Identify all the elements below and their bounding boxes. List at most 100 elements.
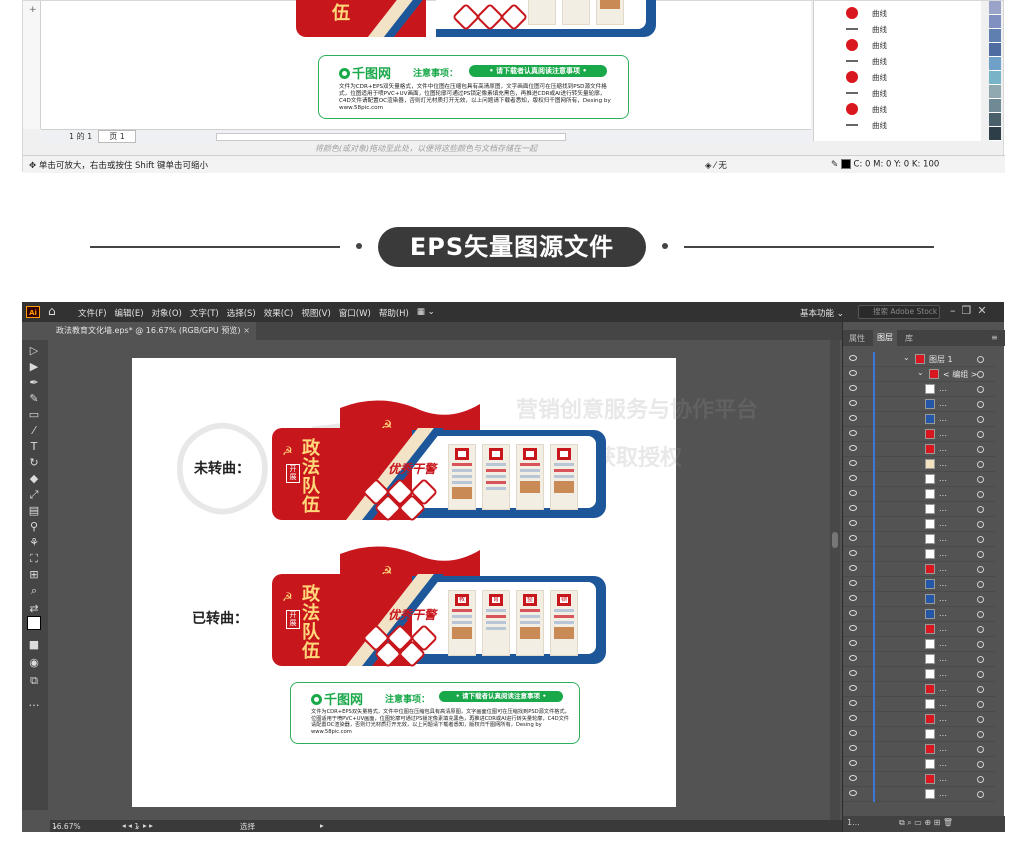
menu-window[interactable]: 窗口(W) [339,307,371,319]
visibility-eye-icon[interactable] [849,550,857,556]
type-tool-icon[interactable]: T [27,440,41,454]
visibility-eye-icon[interactable] [849,370,857,376]
layer-row[interactable]: … [843,727,995,742]
list-item[interactable]: 曲线 [814,117,982,133]
layer-row[interactable]: … [843,682,995,697]
color-mode-icon[interactable]: ■ [27,638,41,652]
layer-row[interactable]: … [843,772,995,787]
visibility-eye-icon[interactable] [849,610,857,616]
visibility-eye-icon[interactable] [849,400,857,406]
visibility-eye-icon[interactable] [849,715,857,721]
list-item[interactable]: 曲线 [814,5,982,21]
workspace-switcher[interactable]: 基本功能 ⌄ [800,307,844,319]
target-icon[interactable] [977,701,984,708]
layer-actions-icon[interactable]: ⧉ ⌕ ▭ ⊕ ⊞ 🗑 [899,818,953,828]
palette-swatch[interactable] [989,1,1001,15]
zoom-tool-icon[interactable]: ⌕ [27,584,41,598]
target-icon[interactable] [977,551,984,558]
color-palette[interactable] [985,1,1005,141]
swap-colors-icon[interactable]: ⇄ [27,602,41,616]
target-icon[interactable] [977,566,984,573]
close-tab-icon[interactable]: × [243,322,250,340]
fill-swatch[interactable] [27,616,41,630]
visibility-eye-icon[interactable] [849,790,857,796]
blend-tool-icon[interactable]: ⚘ [27,536,41,550]
layer-row[interactable]: … [843,787,995,802]
palette-swatch[interactable] [989,127,1001,141]
layer-row[interactable]: … [843,397,995,412]
eraser-tool-icon[interactable]: ◆ [27,472,41,486]
selection-tool-icon[interactable]: ▷ [27,344,41,358]
target-icon[interactable] [977,611,984,618]
list-item[interactable]: 曲线 [814,101,982,117]
list-item[interactable]: 曲线 [814,21,982,37]
visibility-eye-icon[interactable] [849,475,857,481]
layer-row[interactable]: … [843,697,995,712]
layer-row[interactable]: … [843,487,995,502]
palette-swatch[interactable] [989,71,1001,85]
target-icon[interactable] [977,431,984,438]
layer-row[interactable]: … [843,622,995,637]
layer-row[interactable]: … [843,667,995,682]
visibility-eye-icon[interactable] [849,505,857,511]
layer-row[interactable]: … [843,577,995,592]
draw-mode-icon[interactable]: ◉ [27,656,41,670]
artboard[interactable]: ◯ 千 营销创意服务与协作平台 请获取授权 未转曲： ☭ ☭ 政法队伍 开展 优… [132,358,758,807]
status-arrow-icon[interactable]: ▸ [320,821,324,830]
palette-swatch[interactable] [989,29,1001,43]
target-icon[interactable] [977,791,984,798]
menu-view[interactable]: 视图(V) [301,307,330,319]
visibility-eye-icon[interactable] [849,760,857,766]
layer-row[interactable]: … [843,442,995,457]
page-navigator[interactable]: 1 的 1 页 1 [41,129,811,143]
menu-select[interactable]: 选择(S) [227,307,256,319]
target-icon[interactable] [977,596,984,603]
target-icon[interactable] [977,581,984,588]
list-item[interactable]: 曲线 [814,37,982,53]
palette-swatch[interactable] [989,43,1001,57]
scroll-thumb[interactable] [832,532,838,548]
target-icon[interactable] [977,461,984,468]
expand-arrow-icon[interactable]: ⌄ [917,368,924,377]
direct-selection-tool-icon[interactable]: ▶ [27,360,41,374]
list-item[interactable]: 曲线 [814,53,982,69]
tab-libraries[interactable]: 库 [905,333,913,344]
menu-effect[interactable]: 效果(C) [264,307,294,319]
visibility-eye-icon[interactable] [849,565,857,571]
layer-row[interactable]: … [843,457,995,472]
tab-properties[interactable]: 属性 [849,333,865,344]
visibility-eye-icon[interactable] [849,415,857,421]
visibility-eye-icon[interactable] [849,700,857,706]
vertical-scrollbar[interactable] [830,340,840,820]
visibility-eye-icon[interactable] [849,685,857,691]
target-icon[interactable] [977,746,984,753]
window-controls[interactable]: –❐✕ [950,304,993,317]
menu-type[interactable]: 文字(T) [190,307,219,319]
stock-search-input[interactable]: 搜索 Adobe Stock [858,305,940,319]
target-icon[interactable] [977,371,984,378]
artboard-tool-icon[interactable]: ⊞ [27,568,41,582]
eyedropper-tool-icon[interactable]: ⚲ [27,520,41,534]
arrange-documents-icon[interactable]: ▦ ⌄ [417,307,435,319]
pen-tool-icon[interactable]: ✎ [27,392,41,406]
target-icon[interactable] [977,626,984,633]
scale-tool-icon[interactable]: ⤢ [27,488,41,502]
curvature-tool-icon[interactable]: ✒ [27,376,41,390]
layer-row[interactable]: … [843,652,995,667]
layer-row[interactable]: … [843,412,995,427]
target-icon[interactable] [977,506,984,513]
visibility-eye-icon[interactable] [849,520,857,526]
target-icon[interactable] [977,446,984,453]
rectangle-tool-icon[interactable]: ▭ [27,408,41,422]
artboard-navigator[interactable]: ◂ ◂ 1 ⌄ ▸ ▸ [122,821,153,831]
layer-row[interactable]: … [843,607,995,622]
target-icon[interactable] [977,386,984,393]
menu-edit[interactable]: 编辑(E) [115,307,144,319]
layer-row[interactable]: … [843,532,995,547]
horizontal-scrollbar[interactable] [215,132,566,141]
more-tools-icon[interactable]: … [27,696,41,710]
target-icon[interactable] [977,686,984,693]
visibility-eye-icon[interactable] [849,595,857,601]
list-item[interactable]: 曲线 [814,69,982,85]
visibility-eye-icon[interactable] [849,670,857,676]
